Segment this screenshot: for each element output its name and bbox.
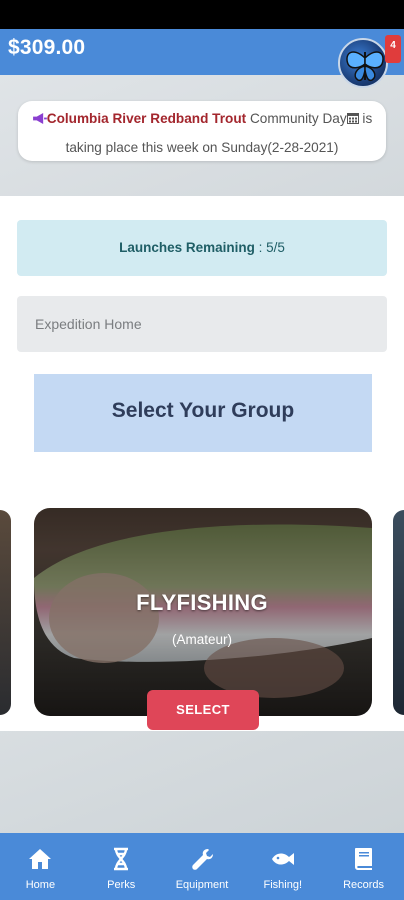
group-level: (Amateur) [171, 632, 232, 647]
launches-separator: : [254, 240, 267, 255]
nav-label: Equipment [175, 879, 229, 891]
nav-records[interactable]: Records [323, 833, 404, 900]
announcement-highlight: Columbia River Redband Trout [46, 111, 247, 126]
nav-label: Records [343, 879, 385, 891]
home-icon [29, 849, 52, 869]
nav-home[interactable]: Home [0, 833, 81, 900]
announcement-event: Community Day [246, 111, 347, 126]
expedition-home-field[interactable]: Expedition Home [17, 296, 387, 352]
notification-badge[interactable]: 4 [385, 35, 401, 63]
dna-icon [114, 847, 129, 871]
butterfly-icon [346, 51, 384, 82]
nav-equipment[interactable]: Equipment [162, 833, 243, 900]
announcement-banner: Columbia River Redband Trout Community D… [18, 101, 386, 161]
launches-label: Launches Remaining [119, 240, 255, 255]
nav-perks[interactable]: Perks [81, 833, 162, 900]
profile-avatar[interactable] [338, 38, 388, 88]
launches-remaining: Launches Remaining : 5/5 [17, 220, 387, 276]
nav-label: Fishing! [263, 879, 303, 891]
balance-display: $309.00 [8, 36, 86, 59]
select-group-button[interactable]: SELECT [147, 690, 259, 730]
wrench-icon [192, 849, 213, 870]
fish-icon [271, 853, 294, 865]
nav-label: Perks [107, 879, 136, 891]
launches-value: 5/5 [266, 240, 285, 255]
group-title: FLYFISHING [136, 590, 268, 615]
system-status-bar [0, 0, 404, 29]
nav-fishing[interactable]: Fishing! [242, 833, 323, 900]
select-group-heading: Select Your Group [34, 374, 372, 452]
bottom-nav: Home Perks Equipment Fishing! Records [0, 833, 404, 900]
book-icon [354, 848, 372, 870]
calendar-icon [346, 113, 359, 124]
megaphone-icon [32, 113, 47, 124]
nav-label: Home [25, 879, 56, 891]
